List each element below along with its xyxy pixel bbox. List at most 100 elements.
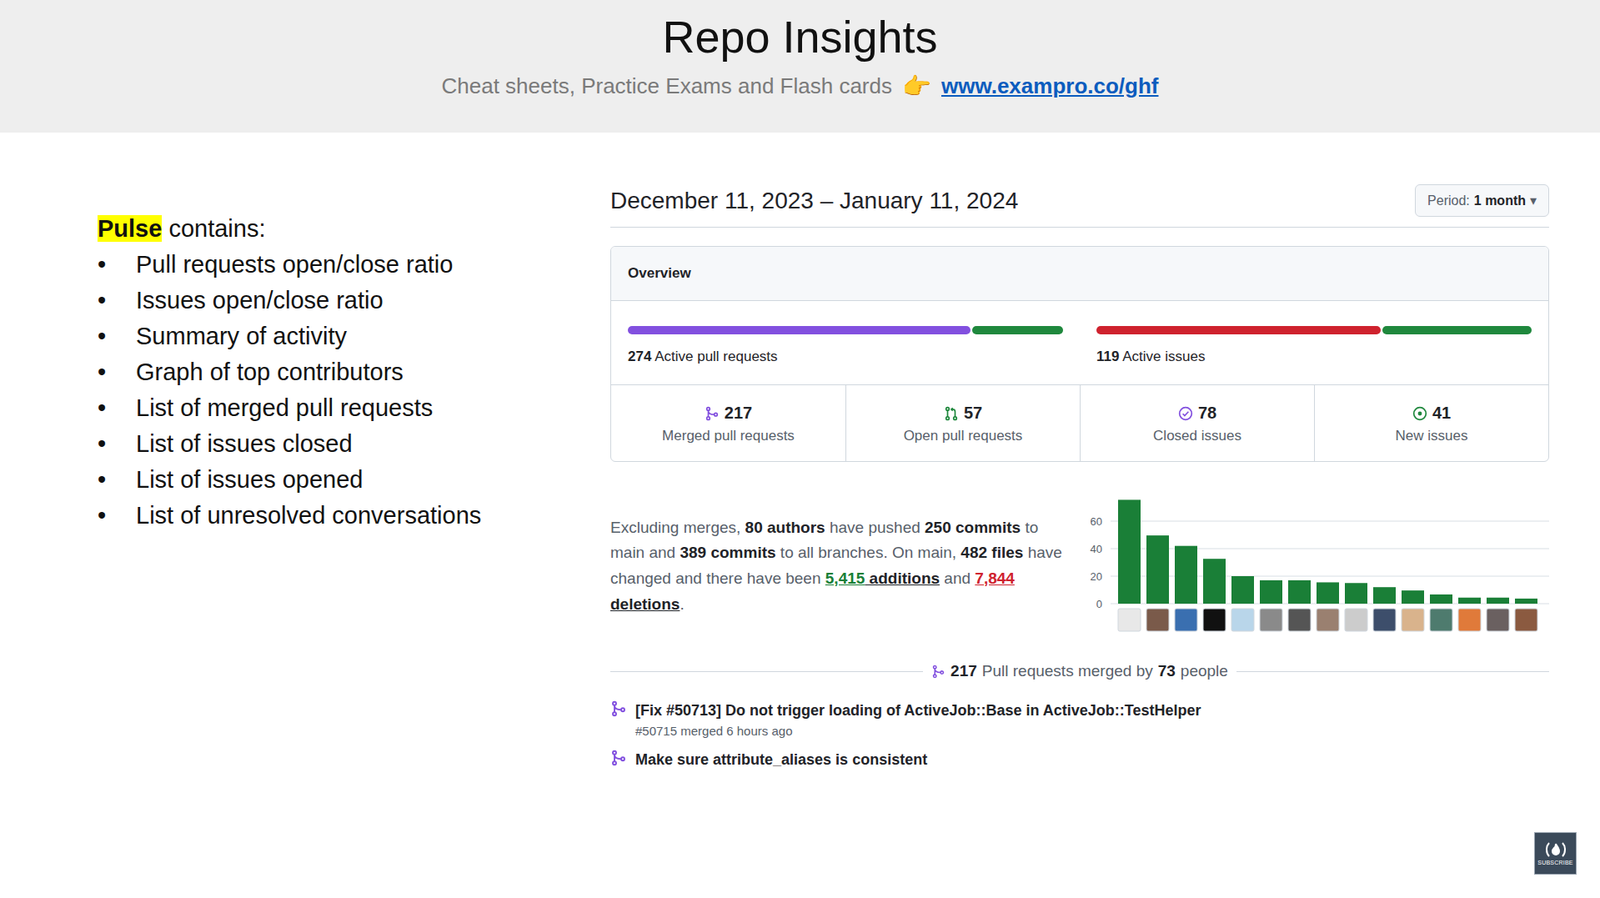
stat-label: Open pull requests	[903, 427, 1024, 445]
highlight: Pulse	[97, 215, 162, 242]
stat-label: Closed issues	[1153, 427, 1242, 445]
ratio-track	[627, 326, 1064, 335]
merged-divider: 217Pull requests merged by73people	[610, 662, 1550, 681]
contributor-avatar[interactable]	[1514, 608, 1538, 632]
contributors-chart: 6040200	[1081, 495, 1550, 637]
ratio-track	[1096, 326, 1532, 335]
merge-icon	[704, 406, 720, 422]
stat-cell[interactable]: 217Merged pull requests	[611, 385, 846, 462]
contributor-bar[interactable]	[1514, 598, 1538, 604]
subtitle: Cheat sheets, Practice Exams and Flash c…	[441, 73, 893, 100]
contributor-bar[interactable]	[1458, 597, 1481, 604]
slide-body: Pulse contains:•Pull requests open/close…	[0, 132, 1600, 770]
notes-item: •Issues open/close ratio	[97, 282, 611, 319]
contributor-bar[interactable]	[1316, 581, 1340, 604]
pr-title[interactable]: [Fix #50713] Do not trigger loading of A…	[635, 700, 1201, 721]
contributor-avatar[interactable]	[1316, 608, 1340, 632]
stat-cell[interactable]: 78 Closed issues	[1079, 385, 1315, 462]
contributor-bar[interactable]	[1288, 580, 1311, 604]
contributor-bar[interactable]	[1203, 558, 1226, 604]
contributor-avatar[interactable]	[1146, 608, 1169, 632]
deletions-count[interactable]: 7,844	[974, 569, 1015, 587]
additions-count[interactable]: 5,415	[825, 569, 866, 587]
slide-header: Repo Insights Cheat sheets, Practice Exam…	[0, 0, 1600, 133]
contributor-avatar[interactable]	[1344, 608, 1368, 632]
pulse-panel: December 11, 2023 – January 11, 2024Peri…	[610, 184, 1550, 770]
subscribe-badge[interactable]: SUBSCRIBE	[1534, 832, 1577, 875]
bullet: •	[97, 461, 136, 498]
notes-item: •Summary of activity	[97, 318, 611, 355]
stat-value: 217	[704, 403, 753, 423]
contributor-avatar[interactable]	[1259, 608, 1283, 632]
ratio-segment	[972, 326, 1064, 335]
contributor-bar[interactable]	[1401, 590, 1425, 604]
stat-cell[interactable]: 57 Open pull requests	[845, 385, 1080, 462]
stat-value: 57	[943, 403, 983, 423]
merge-icon	[610, 749, 627, 767]
bullet: •	[97, 390, 136, 427]
pr-item: Make sure attribute_aliases is consisten…	[610, 749, 1550, 770]
pointer-icon: 👉	[902, 72, 932, 101]
ratio-bars: 274 Active pull requests 119 Active issue…	[611, 300, 1549, 385]
bullet: •	[97, 354, 136, 391]
bullet: •	[97, 497, 136, 534]
slide: Repo Insights Cheat sheets, Practice Exam…	[0, 0, 1600, 898]
subscribe-label: SUBSCRIBE	[1537, 859, 1573, 866]
pr-item: [Fix #50713] Do not trigger loading of A…	[610, 700, 1550, 738]
contributor-bar[interactable]	[1429, 594, 1453, 604]
contributor-avatar[interactable]	[1458, 608, 1481, 632]
stat-label: New issues	[1395, 427, 1469, 445]
ratio-segment	[627, 326, 971, 335]
svg-text:60: 60	[1090, 515, 1103, 528]
notes-heading: Pulse contains:	[97, 210, 611, 247]
activity-summary: Excluding merges, 80 authors have pushed…	[610, 515, 1070, 617]
pr-meta: #50715 merged 6 hours ago	[635, 723, 1201, 738]
contributor-bar[interactable]	[1231, 576, 1254, 604]
contributor-bar[interactable]	[1118, 499, 1141, 604]
subtitle-row: Cheat sheets, Practice Exams and Flash c…	[441, 72, 1159, 101]
contributor-bar[interactable]	[1259, 580, 1283, 604]
ratio-label: 274 Active pull requests	[627, 347, 1064, 367]
fire-logo-icon	[1544, 841, 1568, 858]
contributor-avatar[interactable]	[1174, 608, 1198, 632]
merged-pr-list: [Fix #50713] Do not trigger loading of A…	[610, 700, 1550, 770]
ratio-bar: 274 Active pull requests	[627, 326, 1064, 367]
ratio-segment	[1096, 326, 1381, 335]
pr-title[interactable]: Make sure attribute_aliases is consisten…	[635, 749, 928, 770]
contributor-avatar[interactable]	[1231, 608, 1254, 632]
overview-title: Overview	[611, 246, 1549, 301]
stat-cell[interactable]: 41New issues	[1314, 385, 1549, 462]
stat-value: 78	[1178, 403, 1217, 423]
notes-item: •Pull requests open/close ratio	[97, 246, 611, 283]
date-bar: December 11, 2023 – January 11, 2024Peri…	[610, 184, 1550, 228]
contributor-avatar[interactable]	[1486, 608, 1510, 632]
contributor-bar[interactable]	[1146, 535, 1169, 604]
issue-icon	[1412, 406, 1428, 422]
contributor-avatar[interactable]	[1401, 608, 1425, 632]
contributor-avatar[interactable]	[1373, 608, 1396, 632]
contributor-avatar[interactable]	[1429, 608, 1453, 632]
slide-title: Repo Insights	[662, 10, 938, 65]
chart-gridline: 60	[1090, 515, 1550, 528]
bullet: •	[97, 246, 136, 283]
summary-row: Excluding merges, 80 authors have pushed…	[610, 495, 1550, 637]
period-button[interactable]: Period:1 month▾	[1414, 184, 1550, 217]
contributor-bar[interactable]	[1174, 546, 1198, 604]
merge-icon	[931, 664, 946, 679]
contributor-bar[interactable]	[1344, 582, 1368, 604]
bullet: •	[97, 282, 136, 319]
contributor-avatar[interactable]	[1203, 608, 1226, 632]
merged-summary: 217Pull requests merged by73people	[931, 662, 1229, 681]
svg-text:0: 0	[1096, 597, 1103, 611]
contributor-avatar[interactable]	[1288, 608, 1311, 632]
bullet: •	[97, 318, 136, 355]
caret-icon: ▾	[1529, 192, 1537, 209]
notes-item: •Graph of top contributors	[97, 354, 611, 391]
notes: Pulse contains:•Pull requests open/close…	[97, 184, 611, 770]
contributor-bar[interactable]	[1486, 597, 1510, 604]
exampro-link[interactable]: www.exampro.co/ghf	[941, 73, 1159, 100]
contributor-avatar[interactable]	[1118, 608, 1141, 632]
overview: Overview 274 Active pull requests 119 Acti…	[610, 245, 1550, 462]
ratio-label: 119 Active issues	[1096, 347, 1532, 367]
contributor-bar[interactable]	[1373, 586, 1396, 604]
